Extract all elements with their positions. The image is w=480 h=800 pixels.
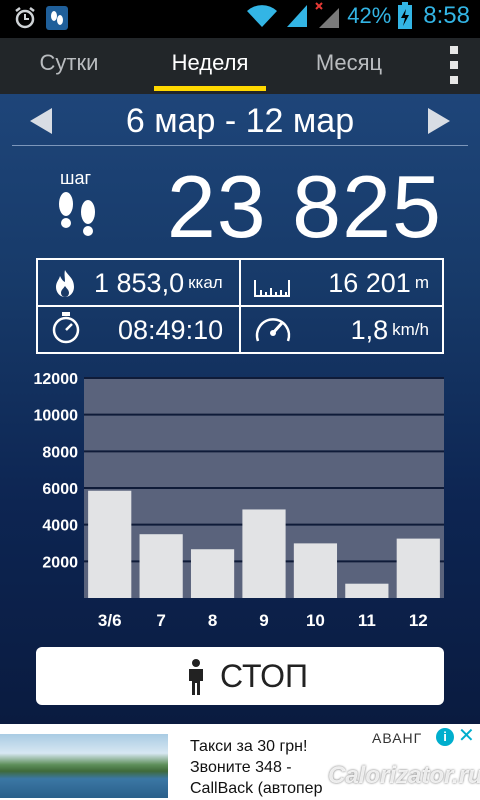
clock: 8:58 [423,2,470,29]
x-tick-label: 9 [259,611,268,630]
stats-grid: 1 853,0 ккал 16 201 m 08:49:10 1,8 km/h [36,258,444,354]
y-tick-label: 4000 [42,518,78,535]
date-range: 6 мар - 12 мар [125,102,355,140]
calories-value-wrap: 1 853,0 ккал [94,268,223,299]
tab-day[interactable]: Сутки [0,38,138,94]
ad-brand: АВАНГ [372,730,423,746]
x-tick-label: 3/6 [98,611,122,630]
distance-value: 16 201 [328,268,411,298]
ad-line: Такси за 30 грн! [190,738,308,755]
x-tick-label: 10 [306,611,325,630]
tab-day-label: Сутки [39,50,99,75]
chart-bar [139,534,183,598]
wifi-icon [247,5,278,27]
x-tick-label: 7 [156,611,165,630]
x-tick-label: 11 [358,611,376,630]
ad-info-icon[interactable]: i [436,728,454,746]
duration-value-wrap: 08:49:10 [118,315,223,346]
y-tick-label: 2000 [42,554,78,571]
distance-cell: 16 201 m [241,260,443,306]
main-panel: 6 мар - 12 мар шаг 23 825 1 853,0 ккал 1… [0,94,480,724]
speed-unit: km/h [392,320,429,339]
stopwatch-icon [52,312,80,344]
y-tick-label: 10000 [34,408,79,425]
ad-close-icon[interactable]: ✕ [458,726,475,746]
chart-bar [293,543,338,598]
ad-line: Звоните 348 - [190,759,292,776]
distance-unit: m [414,273,429,292]
signal-no-data-icon [315,2,340,28]
active-tab-indicator [154,86,266,91]
chart-bar [190,549,235,598]
distance-value-wrap: 16 201 m [328,268,429,299]
speed-value: 1,8 [350,315,389,345]
next-week-arrow-icon[interactable] [428,108,450,134]
menu-dot-icon [450,61,458,69]
calories-unit: ккал [188,273,223,292]
tab-bar: Сутки Неделя Месяц [0,38,480,94]
speedometer-icon [255,318,291,342]
alarm-icon [15,7,35,29]
duration-cell: 08:49:10 [38,307,240,353]
stop-button[interactable]: СТОП [36,647,444,705]
watermark: Calorizator.ru [328,762,480,789]
overflow-menu-button[interactable] [446,44,462,86]
duration-value: 08:49:10 [118,315,224,345]
stop-button-label: СТОП [220,658,309,694]
tab-month-label: Месяц [315,50,383,75]
y-tick-label: 8000 [42,444,78,461]
ad-line: CallBack (автопер [190,780,323,797]
ad-text[interactable]: Такси за 30 грн! Звоните 348 - CallBack … [190,736,322,799]
steps-label: шаг [60,168,92,188]
signal-icon [287,5,308,27]
x-tick-label: 8 [208,611,217,630]
previous-week-arrow-icon[interactable] [30,108,52,134]
steps-count: 23 825 [166,157,442,256]
pedometer-app-icon [46,6,68,30]
ad-banner[interactable]: Такси за 30 грн! Звоните 348 - CallBack … [0,724,480,800]
weekly-steps-chart: 2000 4000 6000 8000 10000 12000 3/6 7 8 9 10 11 12 [34,371,444,630]
ruler-icon [254,280,290,297]
date-navigator: 6 мар - 12 мар [12,100,468,146]
chart-bar [88,490,132,598]
x-tick-label: 12 [409,611,428,630]
chart-bar [396,538,440,598]
y-tick-label: 6000 [42,481,78,498]
divider [12,145,468,146]
battery-charging-icon [398,2,413,29]
menu-dot-icon [450,76,458,84]
speed-cell: 1,8 km/h [241,307,443,353]
speed-value-wrap: 1,8 km/h [351,315,429,346]
ad-image[interactable] [0,734,168,798]
battery-percent: 42% [347,3,392,28]
footprints-icon [59,192,95,236]
calories-cell: 1 853,0 ккал [38,260,240,306]
person-icon [189,659,203,695]
tab-month[interactable]: Месяц [290,38,408,94]
chart-bar [242,509,286,598]
calories-value: 1 853,0 [94,268,185,298]
tab-week[interactable]: Неделя [154,38,266,94]
menu-dot-icon [450,46,458,54]
flame-icon [56,270,74,297]
tab-week-label: Неделя [171,50,249,75]
chart-bar [345,583,389,598]
status-bar: 42% 8:58 [0,0,480,38]
y-tick-label: 12000 [34,371,79,388]
